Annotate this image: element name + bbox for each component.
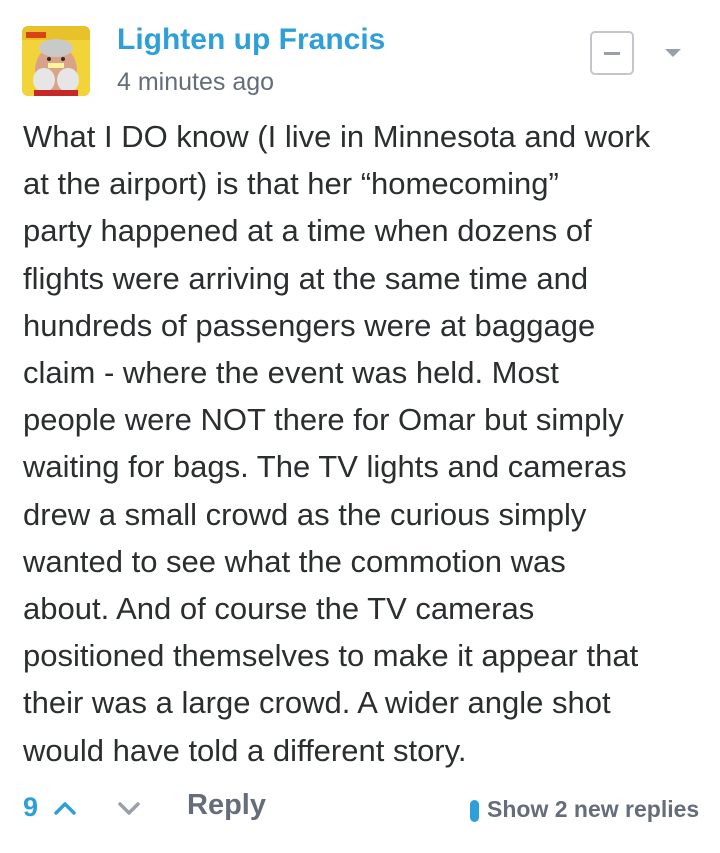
comment-line: about. And of course the TV cameras <box>23 591 535 627</box>
show-new-replies-label: Show 2 new replies <box>487 796 700 822</box>
author-name[interactable]: Lighten up Francis <box>117 22 385 58</box>
comment: Lighten up Francis 4 minutes ago What I … <box>0 0 720 853</box>
vote-count: 9 <box>23 792 39 822</box>
comment-line: wanted to see what the commotion was <box>23 543 566 579</box>
comment-timestamp[interactable]: 4 minutes ago <box>117 66 274 98</box>
comment-line: people were NOT there for Omar but simpl… <box>23 402 624 438</box>
comment-line: at the airport) is that her “homecoming” <box>23 166 559 202</box>
comment-footer: 9 Reply Show 2 new replies <box>0 780 720 836</box>
comment-line: their was a large crowd. A wider angle s… <box>23 685 611 721</box>
comment-line: positioned themselves to make it appear … <box>23 638 639 674</box>
comment-line: What I DO know (I live in Minnesota and … <box>23 119 651 154</box>
comment-line: party happened at a time when dozens of <box>23 213 592 249</box>
comment-body: What I DO know (I live in Minnesota and … <box>23 113 713 774</box>
comment-line: flights were arriving at the same time a… <box>23 260 589 296</box>
reply-button[interactable]: Reply <box>187 789 266 822</box>
chevron-up-icon[interactable] <box>52 796 78 820</box>
comment-line: drew a small crowd as the curious simply <box>23 496 587 532</box>
comment-line: hundreds of passengers were at baggage <box>23 307 596 343</box>
new-replies-indicator <box>470 800 479 822</box>
comment-line: waiting for bags. The TV lights and came… <box>23 449 627 485</box>
comment-line: would have told a different story. <box>23 732 467 768</box>
chevron-down-icon[interactable] <box>116 796 142 820</box>
minus-square-icon <box>604 52 620 55</box>
collapse-button[interactable] <box>590 31 634 75</box>
avatar-image <box>22 26 90 96</box>
comment-line: claim - where the event was held. Most <box>23 355 559 391</box>
avatar[interactable] <box>22 26 90 96</box>
chevron-down-icon[interactable] <box>662 45 684 61</box>
